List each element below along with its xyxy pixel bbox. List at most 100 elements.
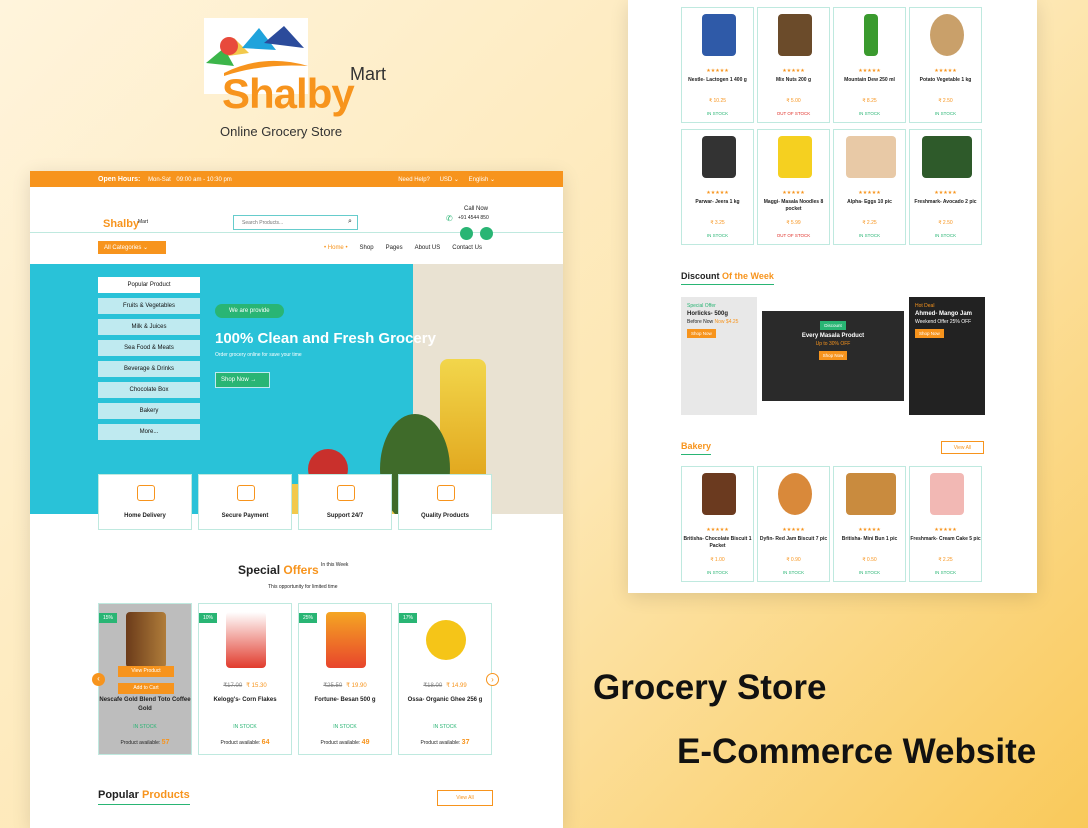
discount-badge: 10% <box>199 613 218 623</box>
main-nav: All Categories ⌄ • Home • Shop Pages Abo… <box>30 233 563 263</box>
headline-line-2: E-Commerce Website <box>677 732 1037 771</box>
banner-name: Ahmed- Mango Jam <box>915 311 973 317</box>
product-card[interactable]: ★★★★★ Nestle- Lactogen 1 400 g ₹ 10.25 IN S… <box>681 7 754 123</box>
product-name: Nescafe Gold Blend Toto Coffee Gold <box>99 697 191 712</box>
product-price: ₹ 10.25 <box>708 98 727 104</box>
category-item[interactable]: More... <box>98 424 200 440</box>
stock-status: IN STOCK <box>858 233 881 238</box>
product-card[interactable]: ★★★★★ Alpha- Eggs 10 pic ₹ 2.25 IN STOCK <box>833 129 906 245</box>
special-subtitle: This opportunity for limited time <box>268 584 338 590</box>
old-price: ₹18.00 <box>423 683 443 689</box>
bakery-view-all-button[interactable]: View All <box>941 441 984 454</box>
product-name: Potato Vegetable 1 kg <box>919 77 972 83</box>
category-item[interactable]: Bakery <box>98 403 200 419</box>
banner-name: Every Masala Product <box>801 333 865 339</box>
product-card[interactable]: ★★★★★ Dyfin- Red Jam Biscuit 7 pic ₹ 0.90 I… <box>757 466 830 582</box>
product-name: Britisha- Mini Bun 1 pic <box>841 536 898 542</box>
banner-shop-button[interactable]: Shop Now <box>818 351 848 360</box>
product-card[interactable]: ★★★★★ Parwar- Jeera 1 kg ₹ 3.25 IN STOCK <box>681 129 754 245</box>
carousel-next-icon[interactable]: › <box>486 673 499 686</box>
nav-pages[interactable]: Pages <box>386 245 403 251</box>
currency-select[interactable]: USD <box>440 177 453 183</box>
nav-home[interactable]: • Home • <box>324 245 348 251</box>
product-card[interactable]: ★★★★★ Britisha- Chocolate Biscuit 1 Packe… <box>681 466 754 582</box>
view-product-button[interactable]: View Product <box>118 666 174 677</box>
product-name: Ossa- Organic Ghee 256 g <box>407 697 483 703</box>
top-bar: Open Hours: Mon-Sat 09:00 am - 10:30 pm … <box>30 171 563 187</box>
category-item[interactable]: Beverage & Drinks <box>98 361 200 377</box>
site-logo-text: Shalby <box>103 218 140 230</box>
offer-card[interactable]: 15% View Product Add to Cart Nescafe Gol… <box>98 603 192 755</box>
banner-shop-button[interactable]: Shop Now <box>687 329 716 338</box>
deal-banner-mango-jam[interactable]: Hot Deal Ahmed- Mango Jam Weekend Offer … <box>909 297 985 415</box>
all-categories-button[interactable]: All Categories ⌄ <box>98 241 166 254</box>
category-item[interactable]: Milk & Juices <box>98 319 200 335</box>
title-part: Popular <box>98 789 143 801</box>
title-part: Special <box>238 563 284 577</box>
phone-icon: ✆ <box>446 214 453 223</box>
product-card[interactable]: ★★★★★ Freshmark- Avocado 2 pic ₹ 2.50 IN ST… <box>909 129 982 245</box>
offer-card[interactable]: 10% ₹17.00 ₹ 15.30 Kelogg's- Corn Flakes … <box>198 603 292 755</box>
search-input[interactable] <box>233 215 358 230</box>
product-card[interactable]: ★★★★★ Britisha- Mini Bun 1 pic ₹ 0.50 IN ST… <box>833 466 906 582</box>
bakery-title: Bakery <box>681 441 712 455</box>
view-all-button[interactable]: View All <box>437 790 493 806</box>
product-price: ₹ 0.90 <box>786 557 801 563</box>
rating-stars: ★★★★★ <box>934 190 957 196</box>
deal-banner-horlicks[interactable]: Special Offer Horlicks- 500g Before Now … <box>681 297 757 415</box>
open-hours-label: Open Hours: <box>98 175 141 183</box>
product-price: ₹ 2.25 <box>938 557 953 563</box>
language-select[interactable]: English <box>469 177 489 183</box>
need-help-link[interactable]: Need Help? <box>398 177 430 183</box>
product-grid-row: ★★★★★ Nestle- Lactogen 1 400 g ₹ 10.25 IN S… <box>681 7 982 123</box>
product-image <box>930 14 964 56</box>
product-image <box>778 14 812 56</box>
nav-shop[interactable]: Shop <box>360 245 374 251</box>
search-icon[interactable]: ⌕ <box>348 218 352 226</box>
banner-shop-button[interactable]: Shop Now <box>915 329 944 338</box>
banner-offer: Up to 30% OFF <box>815 341 851 347</box>
site-header: Shalby Mart ⌕ ✆ Call Now +91 4544 850 <box>30 187 563 240</box>
banner-tag: Special Offer <box>687 303 716 309</box>
hero-shop-now-button[interactable]: Shop Now → <box>215 372 270 388</box>
offer-card[interactable]: 25% ₹25.50 ₹ 19.90 Fortune- Besan 500 g I… <box>298 603 392 755</box>
avail-count: 64 <box>261 739 270 746</box>
add-to-cart-button[interactable]: Add to Cart <box>118 683 174 694</box>
product-price: ₹ 8.25 <box>862 98 877 104</box>
category-item[interactable]: Chocolate Box <box>98 382 200 398</box>
shop-page-mockup: ★★★★★ Nestle- Lactogen 1 400 g ₹ 10.25 IN S… <box>628 0 1037 593</box>
rating-stars: ★★★★★ <box>782 527 805 533</box>
category-item[interactable]: Popular Product <box>98 277 200 293</box>
availability: Product available: 57 <box>99 739 191 746</box>
stock-status: IN STOCK <box>934 111 957 116</box>
carousel-prev-icon[interactable]: ‹ <box>92 673 105 686</box>
feature-label: Support 24/7 <box>326 513 364 519</box>
title-highlight: Of the Week <box>722 271 774 281</box>
product-price: ₹ 1.00 <box>710 557 725 563</box>
product-image <box>778 473 812 515</box>
site-logo[interactable]: Shalby Mart <box>100 207 150 235</box>
deal-banner-masala[interactable]: Discount Every Masala Product Up to 30% … <box>762 311 904 401</box>
nav-about[interactable]: About US <box>415 245 441 251</box>
product-card[interactable]: ★★★★★ Mix Nuts 200 g ₹ 5.00 OUT OF STOCK <box>757 7 830 123</box>
category-item[interactable]: Fruits & Vegetables <box>98 298 200 314</box>
avail-label: Product available: <box>120 740 161 746</box>
price: ₹25.50 ₹ 19.90 <box>299 682 391 689</box>
offer-card[interactable]: 17% ₹18.00 ₹ 14.99 Ossa- Organic Ghee 256… <box>398 603 492 755</box>
category-item[interactable]: Sea Food & Meats <box>98 340 200 356</box>
product-image <box>326 612 366 668</box>
nav-contact[interactable]: Contact Us <box>452 245 482 251</box>
product-card[interactable]: ★★★★★ Freshmark- Cream Cake 5 pic ₹ 2.25 IN… <box>909 466 982 582</box>
stock-status: IN STOCK <box>706 570 729 575</box>
product-card[interactable]: ★★★★★ Potato Vegetable 1 kg ₹ 2.50 IN STOCK <box>909 7 982 123</box>
product-card[interactable]: ★★★★★ Maggi- Masala Noodles 8 pocket ₹ 5.9… <box>757 129 830 245</box>
feature-card: Home Delivery <box>98 474 192 530</box>
stock-status: IN STOCK <box>934 233 957 238</box>
stock-status: IN STOCK <box>233 724 257 730</box>
product-card[interactable]: ★★★★★ Mountain Dew 250 ml ₹ 8.25 IN STOCK <box>833 7 906 123</box>
feature-card: Secure Payment <box>198 474 292 530</box>
phone-number: +91 4544 850 <box>458 215 489 221</box>
product-image <box>702 136 736 178</box>
banner-offer: Weekend Offer 25% OFF <box>915 319 972 325</box>
open-time: 09:00 am - 10:30 pm <box>176 176 232 183</box>
